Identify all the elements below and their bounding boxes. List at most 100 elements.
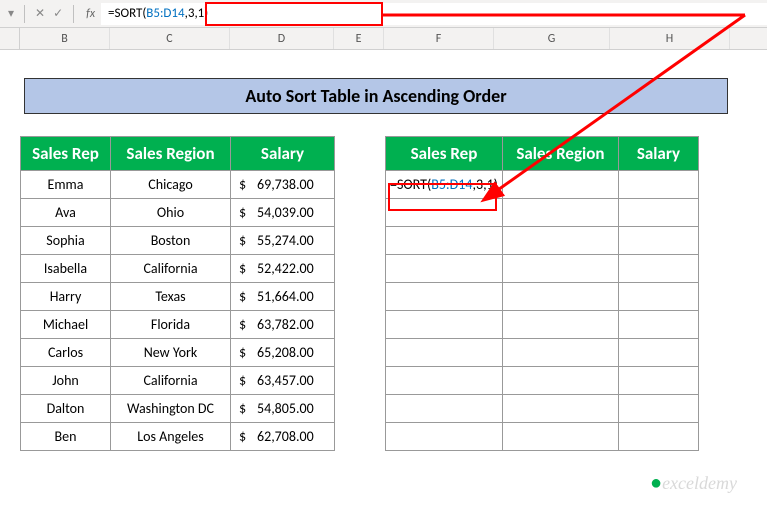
empty-cell[interactable] (502, 171, 618, 199)
table-row[interactable] (386, 339, 699, 367)
cell-rep[interactable]: Sophia (21, 227, 111, 255)
formula-cell[interactable]: =SORT(B5:D14,3,1) (386, 171, 503, 199)
formula-input[interactable]: =SORT(B5:D14,3,1) (101, 3, 767, 25)
th-salary-2[interactable]: Salary (618, 137, 698, 171)
empty-cell[interactable] (618, 311, 698, 339)
table-row[interactable]: DaltonWashington DC$54,805.00 (21, 395, 335, 423)
cell-salary[interactable]: $55,274.00 (231, 227, 335, 255)
empty-cell[interactable] (618, 227, 698, 255)
empty-cell[interactable] (618, 255, 698, 283)
empty-cell[interactable] (502, 255, 618, 283)
cancel-icon[interactable]: ✕ (31, 6, 49, 21)
empty-cell[interactable] (502, 283, 618, 311)
table-row[interactable] (386, 283, 699, 311)
table-row[interactable]: IsabellaCalifornia$52,422.00 (21, 255, 335, 283)
empty-cell[interactable] (618, 339, 698, 367)
cell-region[interactable]: California (111, 255, 231, 283)
empty-cell[interactable] (386, 227, 503, 255)
cell-salary[interactable]: $63,457.00 (231, 367, 335, 395)
table-row[interactable] (386, 367, 699, 395)
table-row[interactable]: CarlosNew York$65,208.00 (21, 339, 335, 367)
cell-region[interactable]: Ohio (111, 199, 231, 227)
cell-region[interactable]: Florida (111, 311, 231, 339)
cell-salary[interactable]: $63,782.00 (231, 311, 335, 339)
empty-cell[interactable] (502, 311, 618, 339)
cell-region[interactable]: Los Angeles (111, 423, 231, 451)
table-row[interactable]: AvaOhio$54,039.00 (21, 199, 335, 227)
empty-cell[interactable] (386, 199, 503, 227)
table-row[interactable]: MichaelFlorida$63,782.00 (21, 311, 335, 339)
table-row[interactable]: =SORT(B5:D14,3,1) (386, 171, 699, 199)
empty-cell[interactable] (502, 367, 618, 395)
cell-salary[interactable]: $65,208.00 (231, 339, 335, 367)
col-E[interactable]: E (334, 28, 384, 49)
col-H[interactable]: H (610, 28, 730, 49)
cell-rep[interactable]: John (21, 367, 111, 395)
empty-cell[interactable] (386, 367, 503, 395)
empty-cell[interactable] (386, 423, 503, 451)
cell-rep[interactable]: Ava (21, 199, 111, 227)
table-row[interactable] (386, 255, 699, 283)
cell-region[interactable]: California (111, 367, 231, 395)
empty-cell[interactable] (618, 423, 698, 451)
empty-cell[interactable] (502, 199, 618, 227)
cell-region[interactable]: Washington DC (111, 395, 231, 423)
table-row[interactable] (386, 395, 699, 423)
cell-rep[interactable]: Dalton (21, 395, 111, 423)
table-row[interactable]: JohnCalifornia$63,457.00 (21, 367, 335, 395)
cell-salary[interactable]: $54,039.00 (231, 199, 335, 227)
col-F[interactable]: F (384, 28, 494, 49)
cell-salary[interactable]: $51,664.00 (231, 283, 335, 311)
col-B[interactable]: B (20, 28, 110, 49)
empty-cell[interactable] (386, 311, 503, 339)
table-row[interactable] (386, 423, 699, 451)
empty-cell[interactable] (502, 423, 618, 451)
cell-region[interactable]: Boston (111, 227, 231, 255)
table-row[interactable] (386, 227, 699, 255)
formula-prefix: =SORT( (108, 6, 146, 21)
enter-icon[interactable]: ✓ (49, 6, 67, 21)
empty-cell[interactable] (386, 395, 503, 423)
th-salesrep[interactable]: Sales Rep (21, 137, 111, 171)
empty-cell[interactable] (386, 255, 503, 283)
th-salesregion-2[interactable]: Sales Region (502, 137, 618, 171)
th-salary[interactable]: Salary (231, 137, 335, 171)
cell-region[interactable]: Texas (111, 283, 231, 311)
table-row[interactable]: SophiaBoston$55,274.00 (21, 227, 335, 255)
sheet-area: Auto Sort Table in Ascending Order Sales… (0, 50, 767, 451)
cell-rep[interactable]: Emma (21, 171, 111, 199)
cell-salary[interactable]: $54,805.00 (231, 395, 335, 423)
cell-rep[interactable]: Michael (21, 311, 111, 339)
chevron-down-icon[interactable]: ▾ (4, 6, 18, 21)
empty-cell[interactable] (618, 367, 698, 395)
col-C[interactable]: C (110, 28, 230, 49)
empty-cell[interactable] (618, 283, 698, 311)
table-row[interactable] (386, 199, 699, 227)
cell-region[interactable]: New York (111, 339, 231, 367)
cell-region[interactable]: Chicago (111, 171, 231, 199)
table-row[interactable]: EmmaChicago$69,738.00 (21, 171, 335, 199)
col-G[interactable]: G (494, 28, 610, 49)
empty-cell[interactable] (386, 283, 503, 311)
table-row[interactable]: BenLos Angeles$62,708.00 (21, 423, 335, 451)
cell-salary[interactable]: $62,708.00 (231, 423, 335, 451)
cell-rep[interactable]: Isabella (21, 255, 111, 283)
th-salesrep-2[interactable]: Sales Rep (386, 137, 503, 171)
table-row[interactable] (386, 311, 699, 339)
cell-rep[interactable]: Harry (21, 283, 111, 311)
empty-cell[interactable] (618, 171, 698, 199)
empty-cell[interactable] (618, 199, 698, 227)
cell-salary[interactable]: $52,422.00 (231, 255, 335, 283)
cell-salary[interactable]: $69,738.00 (231, 171, 335, 199)
empty-cell[interactable] (502, 339, 618, 367)
cell-rep[interactable]: Carlos (21, 339, 111, 367)
empty-cell[interactable] (386, 339, 503, 367)
cell-rep[interactable]: Ben (21, 423, 111, 451)
th-salesregion[interactable]: Sales Region (111, 137, 231, 171)
empty-cell[interactable] (618, 395, 698, 423)
empty-cell[interactable] (502, 227, 618, 255)
empty-cell[interactable] (502, 395, 618, 423)
table-row[interactable]: HarryTexas$51,664.00 (21, 283, 335, 311)
fx-label[interactable]: fx (80, 7, 101, 21)
col-D[interactable]: D (230, 28, 334, 49)
